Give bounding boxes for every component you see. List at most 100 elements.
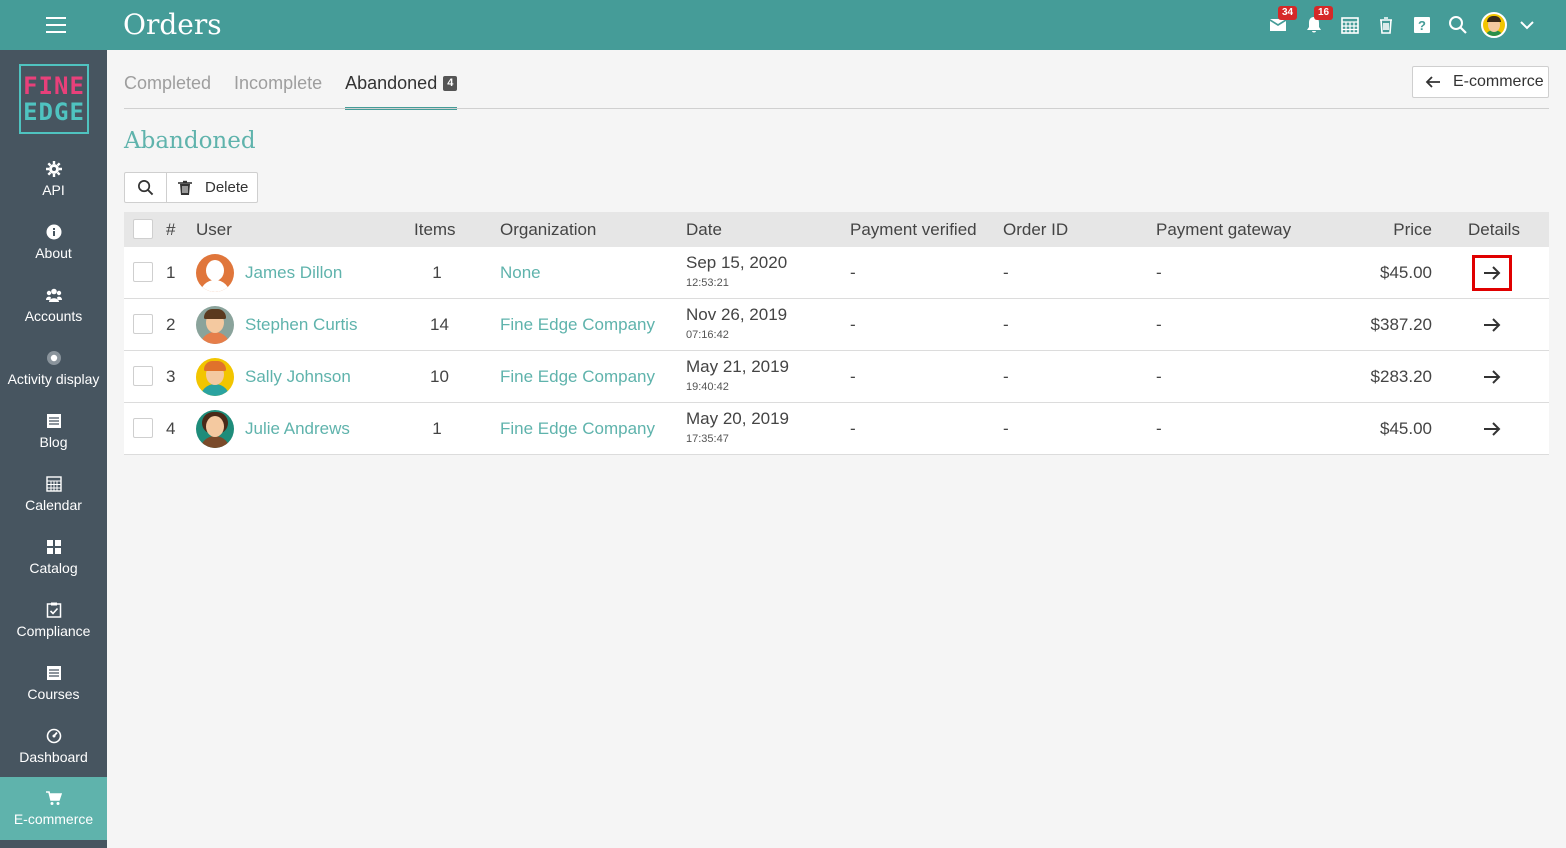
details-button[interactable]: [1472, 359, 1512, 395]
order-time: 17:35:47: [686, 433, 729, 445]
column-header-user[interactable]: User: [196, 212, 232, 247]
search-icon: [1449, 16, 1467, 34]
sidebar-item-calendar[interactable]: Calendar: [0, 463, 107, 526]
search-button[interactable]: [125, 173, 167, 202]
payment-gateway-value: -: [1156, 315, 1162, 334]
tab-abandoned[interactable]: Abandoned 4: [345, 66, 458, 110]
sidebar-item-activity-display[interactable]: Activity display: [0, 337, 107, 400]
sidebar-item-label: Calendar: [25, 497, 82, 513]
sidebar-item-label: Compliance: [16, 623, 91, 639]
row-checkbox[interactable]: [133, 418, 153, 438]
organization-link[interactable]: Fine Edge Company: [500, 315, 655, 335]
trash-button[interactable]: [1368, 0, 1404, 50]
sidebar-item-dashboard[interactable]: Dashboard: [0, 715, 107, 778]
table-row: 4 Julie Andrews 1 Fine Edge Company May …: [124, 403, 1549, 455]
details-button[interactable]: [1472, 255, 1512, 291]
column-header-payment-verified[interactable]: Payment verified: [850, 212, 977, 247]
user-menu-button[interactable]: [1512, 0, 1542, 50]
arrow-right-icon: [1484, 266, 1501, 280]
help-icon: ?: [1414, 17, 1430, 33]
order-id-value: -: [1003, 315, 1009, 334]
help-button[interactable]: ?: [1404, 0, 1440, 50]
avatar: [1481, 12, 1507, 38]
calendar-grid-icon: [1341, 17, 1359, 34]
sidebar-item-label: API: [42, 182, 65, 198]
organization-link[interactable]: None: [500, 263, 541, 283]
arrow-right-icon: [1484, 422, 1501, 436]
column-header-order-id[interactable]: Order ID: [1003, 212, 1068, 247]
table-header: # User Items Organization Date Payment v…: [124, 212, 1549, 247]
info-icon: [46, 224, 61, 240]
payment-gateway-value: -: [1156, 419, 1162, 438]
sidebar-item-api[interactable]: API: [0, 148, 107, 211]
delete-button[interactable]: Delete: [167, 173, 248, 202]
trash-icon: [178, 180, 192, 195]
order-time: 07:16:42: [686, 329, 729, 341]
sidebar-item-label: Accounts: [24, 308, 83, 324]
menu-icon[interactable]: [36, 14, 76, 38]
sidebar-item-compliance[interactable]: Compliance: [0, 589, 107, 652]
row-number: 3: [166, 367, 176, 386]
users-icon: [45, 288, 62, 302]
order-date: May 21, 2019: [686, 357, 790, 376]
row-number: 1: [166, 263, 176, 282]
column-header-price[interactable]: Price: [1393, 212, 1432, 247]
arrow-left-icon: [1425, 76, 1440, 88]
notifications-button[interactable]: 16: [1296, 0, 1334, 50]
search-button[interactable]: [1440, 0, 1476, 50]
order-tabs: Completed Incomplete Abandoned 4: [124, 66, 480, 110]
user-link[interactable]: Stephen Curtis: [245, 315, 357, 335]
items-count: 1: [432, 263, 442, 282]
column-header-items[interactable]: Items: [414, 212, 456, 247]
sidebar-item-about[interactable]: About: [0, 211, 107, 274]
user-link[interactable]: Sally Johnson: [245, 367, 351, 387]
orders-table: # User Items Organization Date Payment v…: [124, 212, 1549, 455]
sidebar-item-accounts[interactable]: Accounts: [0, 274, 107, 337]
sidebar-item-label: About: [35, 245, 72, 261]
items-count: 14: [430, 315, 449, 334]
mail-button[interactable]: 34: [1260, 0, 1298, 50]
mail-badge: 34: [1278, 6, 1298, 20]
table-toolbar: Delete: [124, 172, 258, 203]
logo-top: FINE: [23, 72, 85, 100]
user-link[interactable]: James Dillon: [245, 263, 342, 283]
order-time: 12:53:21: [686, 277, 729, 289]
order-time: 19:40:42: [686, 381, 729, 393]
row-checkbox[interactable]: [133, 366, 153, 386]
delete-label: Delete: [205, 179, 249, 196]
row-checkbox[interactable]: [133, 262, 153, 282]
tab-incomplete[interactable]: Incomplete: [234, 66, 322, 110]
organization-link[interactable]: Fine Edge Company: [500, 419, 655, 439]
logo-bottom: EDGE: [23, 98, 85, 126]
search-icon: [138, 180, 154, 196]
tab-completed[interactable]: Completed: [124, 66, 211, 110]
price-value: $283.20: [1370, 367, 1432, 386]
column-header-payment-gateway[interactable]: Payment gateway: [1156, 212, 1291, 247]
user-avatar-button[interactable]: [1476, 0, 1512, 50]
details-button[interactable]: [1472, 307, 1512, 343]
avatar: [196, 306, 234, 344]
select-all-checkbox[interactable]: [133, 219, 153, 239]
payment-gateway-value: -: [1156, 263, 1162, 282]
column-header-date[interactable]: Date: [686, 212, 722, 247]
sidebar-item-label: E-commerce: [13, 811, 94, 827]
calendar-button[interactable]: [1332, 0, 1368, 50]
sidebar-item-blog[interactable]: Blog: [0, 400, 107, 463]
fine-edge-logo[interactable]: FINE EDGE: [19, 64, 89, 134]
order-id-value: -: [1003, 419, 1009, 438]
arrow-right-icon: [1484, 370, 1501, 384]
organization-link[interactable]: Fine Edge Company: [500, 367, 655, 387]
column-header-organization[interactable]: Organization: [500, 212, 596, 247]
payment-verified-value: -: [850, 367, 856, 386]
sidebar-item-e-commerce[interactable]: E-commerce: [0, 777, 107, 840]
table-row: 3 Sally Johnson 10 Fine Edge Company May…: [124, 351, 1549, 403]
row-checkbox[interactable]: [133, 314, 153, 334]
order-date: Sep 15, 2020: [686, 253, 788, 272]
back-to-e-commerce-button[interactable]: E-commerce: [1412, 66, 1549, 98]
svg-text:?: ?: [1418, 18, 1426, 33]
details-button[interactable]: [1472, 411, 1512, 447]
sidebar-item-courses[interactable]: Courses: [0, 652, 107, 715]
user-link[interactable]: Julie Andrews: [245, 419, 350, 439]
sidebar-item-catalog[interactable]: Catalog: [0, 526, 107, 589]
back-button-label: E-commerce: [1453, 73, 1544, 90]
